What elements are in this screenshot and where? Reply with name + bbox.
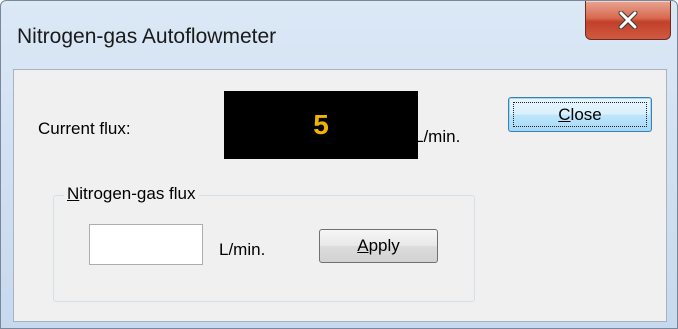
close-button-label: Close bbox=[558, 104, 602, 124]
title-bar[interactable]: Nitrogen-gas Autoflowmeter bbox=[1, 1, 677, 69]
dialog-window: Nitrogen-gas Autoflowmeter Current flux:… bbox=[0, 0, 678, 329]
close-button[interactable]: Close bbox=[508, 97, 652, 132]
current-flux-label: Current flux: bbox=[38, 119, 131, 138]
nitrogen-flux-input[interactable] bbox=[89, 224, 203, 265]
apply-button-label: Apply bbox=[357, 236, 400, 255]
input-flux-unit: L/min. bbox=[219, 240, 266, 259]
dialog-client-area: Current flux: 5 L/min. Close Nitrogen-ga… bbox=[13, 69, 667, 322]
current-flux-unit: L/min. bbox=[414, 127, 461, 146]
close-icon bbox=[618, 11, 638, 29]
group-legend: Nitrogen-gas flux bbox=[64, 184, 199, 204]
current-flux-display: 5 bbox=[224, 91, 418, 159]
window-close-button[interactable] bbox=[585, 1, 671, 40]
window-title: Nitrogen-gas Autoflowmeter bbox=[17, 25, 277, 48]
apply-button[interactable]: Apply bbox=[319, 229, 438, 263]
current-flux-value: 5 bbox=[313, 109, 329, 140]
